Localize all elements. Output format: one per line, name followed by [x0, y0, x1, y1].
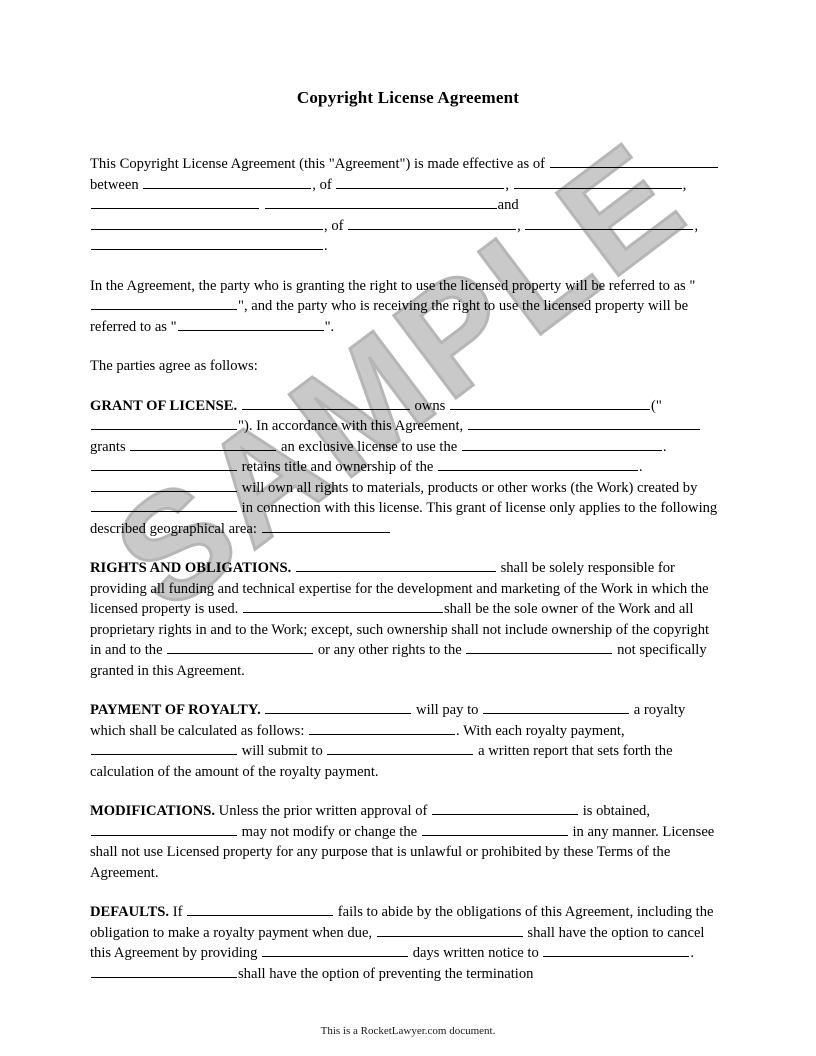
intro-text-9: , — [517, 217, 521, 234]
blank-rights-copyright-property[interactable] — [167, 640, 314, 654]
section-heading-defaults: DEFAULTS. — [90, 904, 170, 920]
grant-text-7: retains title and ownership of the — [241, 459, 434, 475]
blank-party-one-name[interactable] — [143, 175, 312, 189]
intro-text-2: between — [90, 176, 139, 193]
blank-modifications-approver[interactable] — [432, 801, 579, 815]
blank-party-one-address[interactable] — [336, 175, 505, 189]
grant-text-3: "). In accordance with this Agreement, — [238, 418, 464, 434]
blank-royalty-reporter[interactable] — [91, 741, 237, 755]
blank-rights-responsible-party[interactable] — [295, 558, 496, 572]
intro-text-5: , — [682, 176, 687, 193]
section-heading-grant-of-license: GRANT OF LICENSE. — [90, 397, 238, 414]
document-page: SAMPLE SAMPLE Copyright License Agreemen… — [0, 0, 816, 1056]
section-grant-of-license: GRANT OF LICENSE. owns (" "). In accordan… — [90, 396, 724, 540]
blank-grant-licensed-property[interactable] — [461, 437, 662, 451]
royalty-text-4: will submit to — [241, 743, 323, 759]
grant-text-5: an exclusive license to use the — [280, 438, 458, 455]
blank-grant-work-creator[interactable] — [91, 498, 237, 512]
def-text-4: days written notice to — [412, 945, 539, 961]
document-content: This Copyright License Agreement (this "… — [90, 154, 724, 984]
def-text-6: shall have the option of preventing the … — [238, 965, 534, 982]
blank-royalty-payer[interactable] — [265, 700, 412, 714]
intro-text-11: . — [324, 238, 328, 254]
intro-text-8: of — [331, 217, 344, 234]
section-heading-modifications: MODIFICATIONS. — [90, 803, 216, 819]
blank-royalty-payee[interactable] — [483, 700, 630, 714]
intro-text-7: , — [324, 217, 328, 234]
intro-text-4: , — [505, 176, 510, 193]
royalty-text-1: will pay to — [416, 702, 479, 718]
intro2-text-1: In the Agreement, the party who is grant… — [90, 277, 696, 294]
blank-grant-licensee[interactable] — [130, 437, 277, 451]
intro-paragraph-2: In the Agreement, the party who is grant… — [90, 276, 724, 338]
section-heading-payment-of-royalty: PAYMENT OF ROYALTY. — [90, 702, 261, 718]
section-modifications: MODIFICATIONS. Unless the prior written … — [90, 801, 724, 883]
blank-grant-title-property[interactable] — [438, 457, 639, 471]
intro-text-6: and — [497, 197, 519, 213]
blank-licensee-label[interactable] — [177, 317, 324, 331]
grant-text-2: (" — [650, 397, 662, 414]
def-text-5: . — [690, 945, 695, 961]
blank-party-one-state[interactable] — [91, 195, 259, 209]
grant-text-8: . — [639, 459, 643, 475]
blank-effective-date[interactable] — [549, 154, 718, 168]
page-footer: This is a RocketLawyer.com document. — [320, 1025, 496, 1037]
grant-text-9: will own all rights to materials, produc… — [241, 479, 698, 496]
blank-licensor-label[interactable] — [91, 296, 237, 310]
intro-text-10: , — [694, 217, 699, 234]
blank-rights-other-property[interactable] — [466, 640, 613, 654]
blank-modifications-property[interactable] — [421, 822, 568, 836]
blank-defaults-notice-days[interactable] — [262, 943, 409, 957]
section-rights-and-obligations: RIGHTS AND OBLIGATIONS. shall be solely … — [90, 558, 724, 681]
grant-text-4: grants — [90, 438, 126, 455]
grant-text-1: owns — [414, 397, 446, 414]
intro-text-1: This Copyright License Agreement (this "… — [90, 156, 545, 172]
blank-grant-work-owner[interactable] — [91, 478, 237, 492]
mod-text-1: Unless the prior written approval of — [218, 803, 428, 819]
mod-text-3: may not modify or change the — [241, 823, 418, 840]
intro-text-3: , of — [312, 176, 332, 193]
blank-defaults-cancelling-party[interactable] — [376, 923, 523, 937]
blank-defaults-notice-recipient[interactable] — [543, 943, 690, 957]
mod-text-2: is obtained, — [582, 803, 650, 819]
royalty-text-3: . With each royalty payment, — [456, 722, 625, 739]
blank-party-one-zip[interactable] — [264, 195, 497, 209]
blank-grant-property[interactable] — [449, 396, 650, 410]
blank-defaults-preventing-party[interactable] — [91, 964, 237, 978]
blank-party-two-state[interactable] — [91, 236, 323, 250]
grant-text-6: . — [662, 438, 667, 455]
section-payment-of-royalty: PAYMENT OF ROYALTY. will pay to a royalt… — [90, 700, 724, 782]
blank-party-one-city[interactable] — [513, 175, 682, 189]
blank-party-two-name[interactable] — [91, 216, 323, 230]
intro2-text-3: ". — [324, 318, 335, 335]
blank-grant-licensor[interactable] — [467, 416, 700, 430]
rights-text-3: or any other rights to the — [317, 642, 462, 658]
blank-grant-property-label[interactable] — [91, 416, 237, 430]
blank-royalty-calculation[interactable] — [309, 721, 456, 735]
intro-paragraph-1: This Copyright License Agreement (this "… — [90, 154, 724, 257]
blank-grant-owner[interactable] — [241, 396, 410, 410]
blank-defaults-breaching-party[interactable] — [187, 902, 334, 916]
blank-grant-geographical-area[interactable] — [261, 519, 390, 533]
section-defaults: DEFAULTS. If fails to abide by the oblig… — [90, 902, 724, 984]
blank-party-two-address[interactable] — [348, 216, 517, 230]
blank-grant-title-holder[interactable] — [91, 457, 237, 471]
intro-paragraph-3: The parties agree as follows: — [90, 358, 258, 374]
blank-modifications-restricted-party[interactable] — [91, 822, 237, 836]
blank-rights-work-owner[interactable] — [243, 599, 443, 613]
page-title: Copyright License Agreement — [296, 88, 520, 107]
document-body: Copyright License Agreement This Copyrig… — [0, 0, 816, 1056]
section-heading-rights-and-obligations: RIGHTS AND OBLIGATIONS. — [90, 560, 292, 576]
blank-royalty-report-recipient[interactable] — [327, 741, 474, 755]
blank-party-two-city[interactable] — [525, 216, 694, 230]
def-text-1: If — [172, 904, 183, 920]
